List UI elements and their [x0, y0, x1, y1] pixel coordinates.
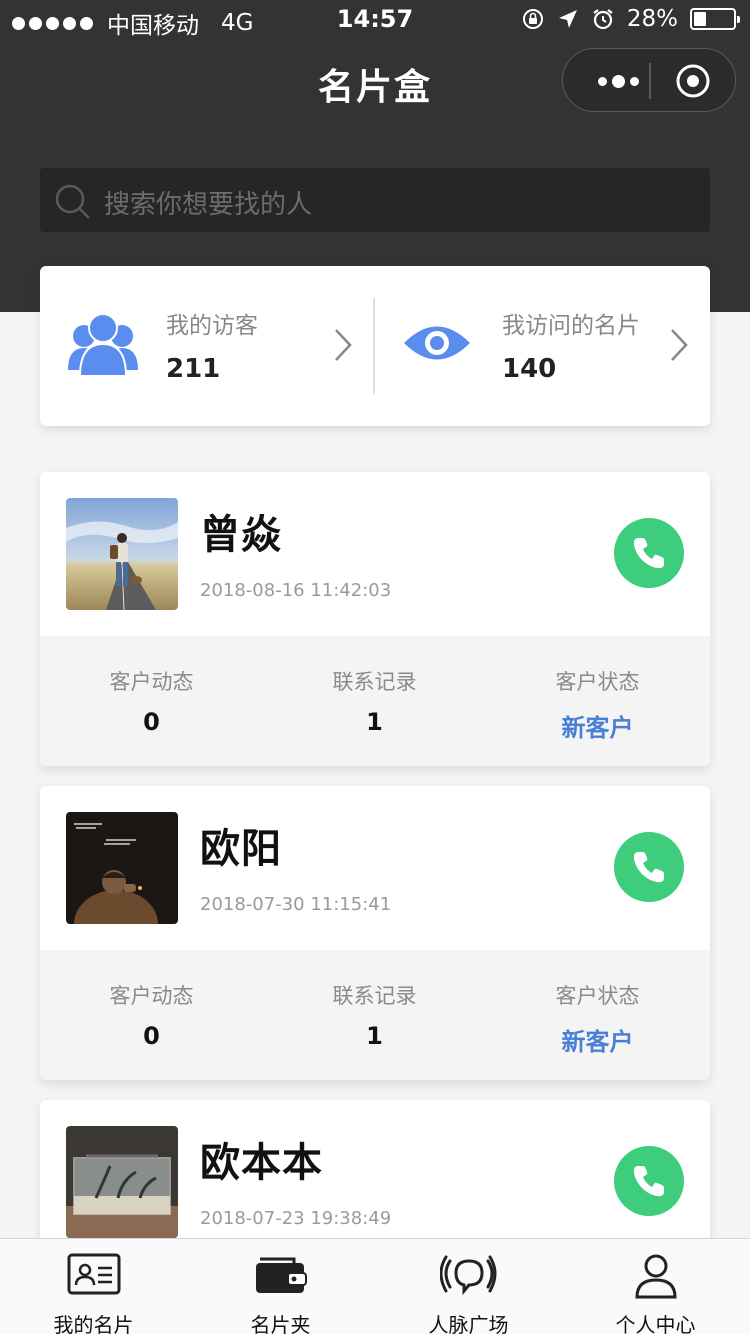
contact-card: 欧阳 2018-07-30 11:15:41 客户动态 0 联系记录 1 客户状… [40, 786, 710, 1080]
status-bar: 中国移动 4G 14:57 28% [0, 0, 750, 40]
tab-my-card[interactable]: 我的名片 [0, 1239, 187, 1334]
metric-label: 联系记录 [332, 984, 417, 1008]
visited-cards-label: 我访问的名片 [502, 313, 640, 339]
contact-name: 欧阳 [200, 826, 282, 872]
call-button[interactable] [614, 518, 684, 588]
customer-status-value: 新客户 [561, 714, 634, 742]
visited-cards-entry[interactable]: 我访问的名片 140 [376, 266, 710, 426]
metric-value: 0 [143, 708, 160, 736]
phone-icon [633, 1166, 664, 1197]
id-card-icon [67, 1253, 120, 1295]
avatar [66, 812, 178, 924]
visitors-count: 211 [166, 354, 221, 384]
customer-status-value: 新客户 [561, 1028, 634, 1056]
tab-label: 个人中心 [615, 1313, 696, 1334]
metric-customer-activity[interactable]: 客户动态 0 [40, 950, 263, 1080]
more-menu-button[interactable] [587, 69, 649, 93]
metric-contact-records[interactable]: 联系记录 1 [263, 950, 486, 1080]
search-icon [55, 184, 90, 219]
metric-label: 客户动态 [109, 984, 194, 1008]
visitors-label: 我的访客 [166, 313, 258, 339]
battery-icon [690, 8, 740, 30]
metric-customer-status[interactable]: 客户状态 新客户 [486, 636, 709, 766]
tab-label: 名片夹 [250, 1313, 311, 1334]
contact-time: 2018-07-23 19:38:49 [200, 1208, 392, 1229]
visitors-group-icon [68, 313, 138, 377]
tab-label: 我的名片 [53, 1313, 134, 1334]
close-target-icon[interactable] [675, 63, 711, 99]
battery-percent: 28% [626, 6, 678, 32]
wallet-icon [255, 1257, 307, 1293]
contact-metrics: 客户动态 0 联系记录 1 客户状态 新客户 [40, 636, 710, 766]
metric-label: 客户动态 [109, 670, 194, 694]
metric-value: 1 [366, 708, 383, 736]
chevron-right-icon [335, 329, 352, 361]
metric-label: 客户状态 [555, 670, 640, 694]
contact-card-header[interactable]: 曾焱 2018-08-16 11:42:03 [40, 472, 710, 636]
stats-card: 我的访客 211 我访问的名片 140 [40, 266, 710, 426]
search-input[interactable]: 搜索你想要找的人 [40, 168, 710, 232]
contact-name: 曾焱 [200, 512, 282, 558]
eye-icon [404, 326, 470, 360]
person-icon [634, 1254, 677, 1299]
metric-value: 1 [366, 1022, 383, 1050]
avatar [66, 1126, 178, 1238]
call-button[interactable] [614, 1146, 684, 1216]
metric-customer-activity[interactable]: 客户动态 0 [40, 636, 263, 766]
my-visitors-entry[interactable]: 我的访客 211 [40, 266, 374, 426]
metric-contact-records[interactable]: 联系记录 1 [263, 636, 486, 766]
phone-icon [633, 852, 664, 883]
broadcast-icon [439, 1255, 496, 1296]
tab-network-square[interactable]: 人脉广场 [375, 1239, 562, 1334]
search-placeholder: 搜索你想要找的人 [104, 190, 313, 220]
contact-card: 曾焱 2018-08-16 11:42:03 客户动态 0 联系记录 1 客户状… [40, 472, 710, 766]
location-arrow-icon [558, 10, 577, 28]
alarm-icon [593, 9, 613, 30]
capsule-divider [649, 63, 651, 99]
mini-program-capsule [562, 48, 736, 112]
orientation-lock-icon [522, 9, 543, 29]
tab-personal-center[interactable]: 个人中心 [562, 1239, 749, 1334]
contact-name: 欧本本 [200, 1140, 323, 1186]
tab-bar: 我的名片 名片夹 人脉广场 个人中心 [0, 1238, 750, 1334]
tab-label: 人脉广场 [428, 1313, 509, 1334]
contact-card-header[interactable]: 欧阳 2018-07-30 11:15:41 [40, 786, 710, 950]
phone-icon [633, 538, 664, 569]
chevron-right-icon [671, 329, 688, 361]
metric-customer-status[interactable]: 客户状态 新客户 [486, 950, 709, 1080]
visited-cards-count: 140 [502, 354, 557, 384]
metric-label: 客户状态 [555, 984, 640, 1008]
contact-metrics: 客户动态 0 联系记录 1 客户状态 新客户 [40, 950, 710, 1080]
contact-time: 2018-07-30 11:15:41 [200, 894, 392, 915]
status-right: 28% [521, 6, 740, 32]
stats-divider [373, 298, 375, 394]
metric-value: 0 [143, 1022, 160, 1050]
contact-time: 2018-08-16 11:42:03 [200, 580, 392, 601]
metric-label: 联系记录 [332, 670, 417, 694]
tab-card-holder[interactable]: 名片夹 [187, 1239, 374, 1334]
avatar [66, 498, 178, 610]
call-button[interactable] [614, 832, 684, 902]
